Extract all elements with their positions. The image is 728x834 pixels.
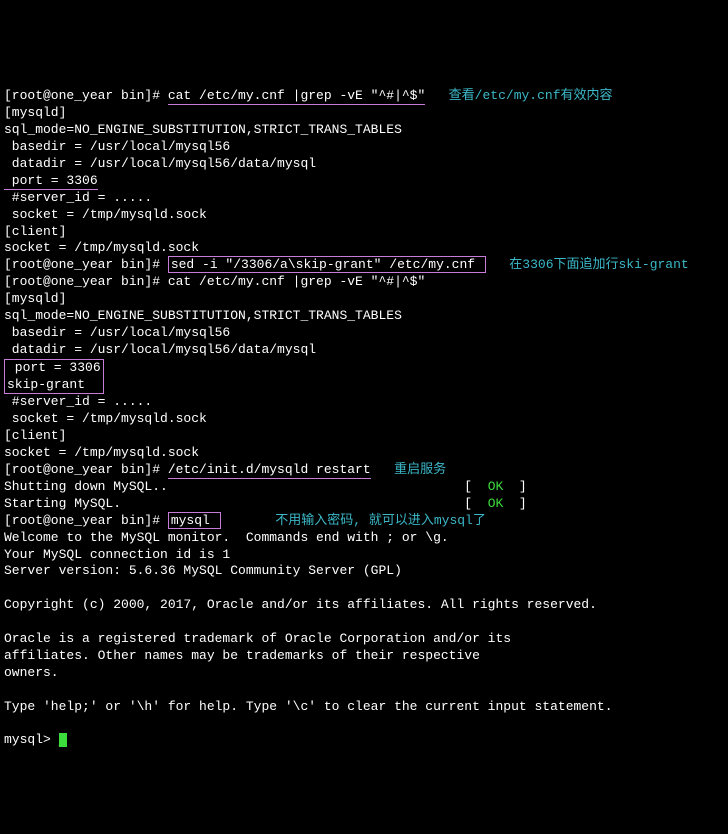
line-cmd1: [root@one_year bin]# cat /etc/my.cnf |gr… (4, 88, 613, 105)
cursor-icon: _ (59, 733, 67, 747)
prompt: [root@one_year bin]# (4, 513, 168, 528)
output-line: [client] (4, 224, 66, 239)
mysql-version: Server version: 5.6.36 MySQL Community S… (4, 563, 402, 578)
line-cmd3: [root@one_year bin]# cat /etc/my.cnf |gr… (4, 274, 425, 289)
anno-restart: 重启服务 (371, 462, 446, 477)
mysql-prompt: mysql> (4, 732, 59, 747)
mysql-oracle3: owners. (4, 665, 59, 680)
line-cmd5: [root@one_year bin]# mysql 不用输入密码, 就可以进入… (4, 512, 486, 529)
mysql-conn-id: Your MySQL connection id is 1 (4, 547, 230, 562)
blank-line (4, 580, 12, 595)
output-line: basedir = /usr/local/mysql56 (4, 325, 230, 340)
output-line: socket = /tmp/mysqld.sock (4, 445, 199, 460)
output-line: [mysqld] (4, 105, 66, 120)
blank-line (4, 715, 12, 730)
output-line: datadir = /usr/local/mysql56/data/mysql (4, 342, 316, 357)
cmd-restart: /etc/init.d/mysqld restart (168, 462, 371, 479)
mysql-oracle2: affiliates. Other names may be trademark… (4, 648, 480, 663)
line-cmd2: [root@one_year bin]# sed -i "/3306/a\ski… (4, 256, 689, 273)
mysql-welcome: Welcome to the MySQL monitor. Commands e… (4, 530, 449, 545)
prompt: [root@one_year bin]# (4, 462, 168, 477)
mysql-prompt-line[interactable]: mysql> _ (4, 732, 67, 747)
output-line: port = 3306 (4, 173, 98, 190)
prompt: [root@one_year bin]# (4, 257, 168, 272)
output-line: socket = /tmp/mysqld.sock (4, 411, 207, 426)
prompt: [root@one_year bin]# (4, 88, 168, 103)
terminal-output: [root@one_year bin]# cat /etc/my.cnf |gr… (4, 72, 724, 750)
port-line: port = 3306 (4, 173, 98, 190)
output-line: #server_id = ..... (4, 394, 152, 409)
output-line: [mysqld] (4, 291, 66, 306)
mysql-oracle1: Oracle is a registered trademark of Orac… (4, 631, 511, 646)
ok-status: OK (488, 479, 504, 494)
line-cmd4: [root@one_year bin]# /etc/init.d/mysqld … (4, 462, 446, 479)
starting-line: Starting MySQL. [ OK ] (4, 496, 527, 511)
output-line: sql_mode=NO_ENGINE_SUBSTITUTION,STRICT_T… (4, 122, 402, 137)
output-line: basedir = /usr/local/mysql56 (4, 139, 230, 154)
cmd-mysql: mysql (168, 512, 221, 529)
highlighted-port-skip: port = 3306 skip-grant (4, 359, 104, 395)
output-line: datadir = /usr/local/mysql56/data/mysql (4, 156, 316, 171)
cmd-sed: sed -i "/3306/a\skip-grant" /etc/my.cnf (168, 256, 486, 273)
output-line: socket = /tmp/mysqld.sock (4, 240, 199, 255)
cmd-cat1: cat /etc/my.cnf |grep -vE "^#|^$" (168, 88, 425, 105)
output-line: #server_id = ..... (4, 190, 152, 205)
mysql-help: Type 'help;' or '\h' for help. Type '\c'… (4, 699, 613, 714)
ok-status: OK (488, 496, 504, 511)
anno-view-content: 查看/etc/my.cnf有效内容 (425, 88, 612, 103)
anno-append: 在3306下面追加行ski-grant (486, 257, 689, 272)
anno-no-password: 不用输入密码, 就可以进入mysql了 (221, 513, 486, 528)
output-line: [client] (4, 428, 66, 443)
shutdown-line: Shutting down MySQL.. [ OK ] (4, 479, 527, 494)
mysql-copyright: Copyright (c) 2000, 2017, Oracle and/or … (4, 597, 597, 612)
blank-line (4, 614, 12, 629)
output-line: socket = /tmp/mysqld.sock (4, 207, 207, 222)
output-line: sql_mode=NO_ENGINE_SUBSTITUTION,STRICT_T… (4, 308, 402, 323)
